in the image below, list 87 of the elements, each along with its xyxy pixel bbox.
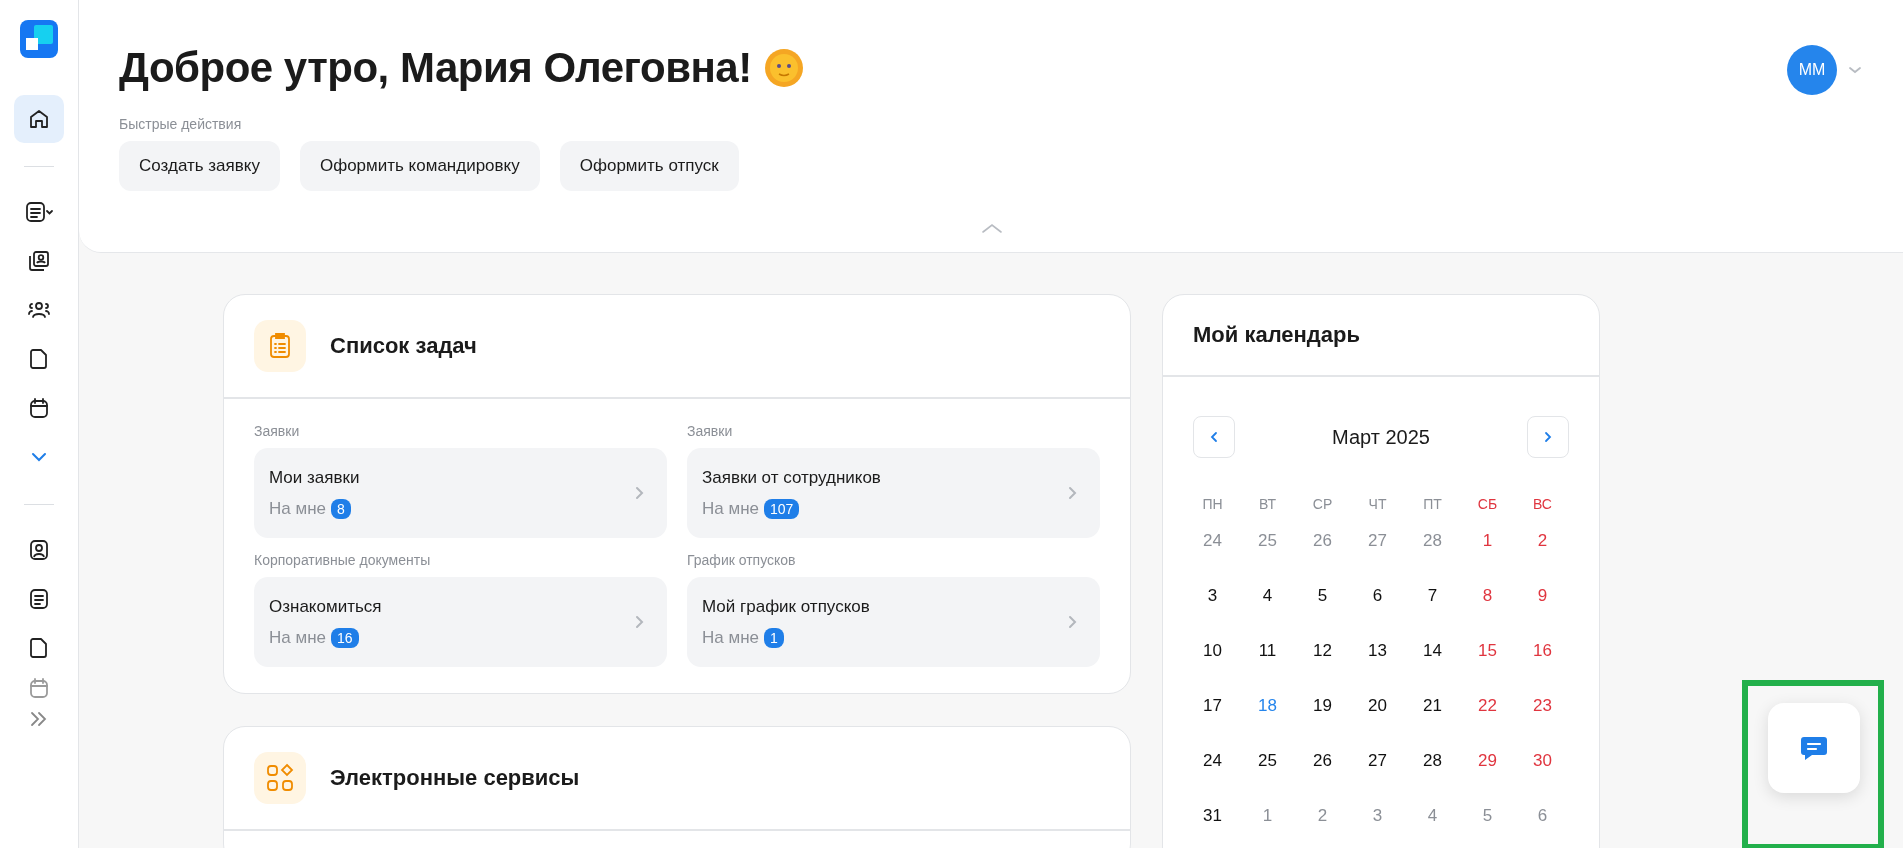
calendar-day[interactable]: 8 [1482, 586, 1493, 606]
home-icon [27, 107, 51, 131]
tile-title: Мой график отпусков [702, 596, 870, 617]
calendar-day[interactable]: 5 [1317, 586, 1328, 606]
sun-face-icon [763, 48, 804, 88]
chevron-right-icon [633, 614, 645, 630]
logo-icon [20, 20, 58, 58]
count-badge: 16 [331, 627, 359, 648]
group-label: Корпоративные документы [254, 552, 432, 568]
calendar-day[interactable]: 4 [1262, 586, 1273, 606]
task-tile[interactable]: Заявки от сотрудников На мне 107 [687, 448, 1100, 538]
chevron-right-icon [633, 485, 645, 501]
calendar-day[interactable]: 2 [1537, 531, 1548, 551]
sidebar-nav-button[interactable] [14, 95, 64, 143]
calendar-day[interactable]: 21 [1423, 696, 1442, 716]
calendar-day[interactable]: 17 [1203, 696, 1222, 716]
calendar-day[interactable]: 19 [1313, 696, 1332, 716]
calendar-day[interactable]: 16 [1533, 641, 1552, 661]
weekday-label: ЧТ [1368, 494, 1387, 514]
calendar-day[interactable]: 7 [1427, 586, 1438, 606]
quick-actions-label: Быстрые действия [119, 116, 243, 132]
card-title: Электронные сервисы [330, 765, 580, 791]
calendar-day[interactable]: 13 [1368, 641, 1387, 661]
task-tile[interactable]: Мои заявки На мне 8 [254, 448, 667, 538]
task-tile[interactable]: Мой график отпусков На мне 1 [687, 577, 1100, 667]
group-label: График отпусков [687, 552, 797, 568]
greeting-title: Доброе утро, Мария Олеговна! [119, 44, 752, 92]
tile-title: Ознакомиться [269, 596, 382, 617]
profile-icon [27, 538, 51, 562]
calendar-day[interactable]: 12 [1313, 641, 1332, 661]
calendar-icon [27, 396, 51, 420]
calendar-day[interactable]: 31 [1203, 806, 1222, 826]
calendar-day[interactable]: 3 [1207, 586, 1218, 606]
calendar-day[interactable]: 10 [1203, 641, 1222, 661]
quick-action-button[interactable]: Оформить отпуск [559, 141, 739, 191]
tile-title: Мои заявки [269, 467, 360, 488]
calendar-day[interactable]: 14 [1423, 641, 1442, 661]
chevron-right-icon [1542, 431, 1554, 443]
calendar-day[interactable]: 15 [1478, 641, 1497, 661]
count-badge: 107 [764, 498, 800, 519]
task-tile[interactable]: Ознакомиться На мне 16 [254, 577, 667, 667]
weekday-label: СБ [1477, 494, 1498, 514]
assigned-label: На мне [702, 498, 759, 519]
assigned-label: На мне [702, 627, 759, 648]
assigned-label: На мне [269, 627, 326, 648]
calendar-day[interactable]: 11 [1258, 641, 1277, 661]
clipboard-list-icon [254, 320, 306, 372]
count-badge: 8 [331, 498, 351, 519]
card-title: Список задач [330, 333, 477, 359]
group-label: Заявки [687, 423, 734, 439]
count-badge: 1 [764, 627, 784, 648]
avatar[interactable]: ММ [1787, 45, 1837, 95]
calendar-day[interactable]: 25 [1258, 751, 1277, 771]
quick-action-button[interactable]: Создать заявку [119, 141, 280, 191]
tile-title: Заявки от сотрудников [702, 467, 881, 488]
calendar-day[interactable]: 30 [1533, 751, 1552, 771]
grid-icon [254, 752, 306, 804]
calendar-day[interactable]: 22 [1478, 696, 1497, 716]
chevron-right-icon [1066, 485, 1078, 501]
calendar-day[interactable]: 27 [1368, 751, 1387, 771]
calendar-day[interactable]: 24 [1203, 751, 1222, 771]
calendar-day[interactable]: 26 [1313, 751, 1332, 771]
calendar-day[interactable]: 28 [1423, 751, 1442, 771]
month-label: Март 2025 [1332, 425, 1430, 449]
calendar-icon [27, 676, 51, 700]
calendar-day[interactable]: 1 [1482, 531, 1493, 551]
calendar-day[interactable]: 6 [1372, 586, 1383, 606]
weekday-label: ВС [1533, 494, 1552, 514]
group-label: Заявки [254, 423, 301, 439]
weekday-label: ПН [1202, 494, 1223, 514]
calendar-day[interactable]: 20 [1368, 696, 1387, 716]
card-title: Мой календарь [1193, 322, 1362, 348]
weekday-label: ВТ [1259, 494, 1276, 514]
document-list-caret-icon [24, 200, 54, 224]
assigned-label: На мне [269, 498, 326, 519]
chat-button[interactable] [1768, 703, 1860, 793]
weekday-label: СР [1312, 494, 1333, 514]
contact-cards-icon [27, 249, 51, 273]
weekday-label: ПТ [1423, 494, 1442, 514]
quick-action-button[interactable]: Оформить командировку [299, 141, 540, 191]
calendar-day[interactable]: 9 [1537, 586, 1548, 606]
chevron-left-icon [1208, 431, 1220, 443]
calendar-day[interactable]: 23 [1533, 696, 1552, 716]
chevron-right-icon [1066, 614, 1078, 630]
calendar-day[interactable]: 18 [1258, 696, 1277, 716]
calendar-day[interactable]: 29 [1478, 751, 1497, 771]
document-list-icon [27, 587, 51, 611]
